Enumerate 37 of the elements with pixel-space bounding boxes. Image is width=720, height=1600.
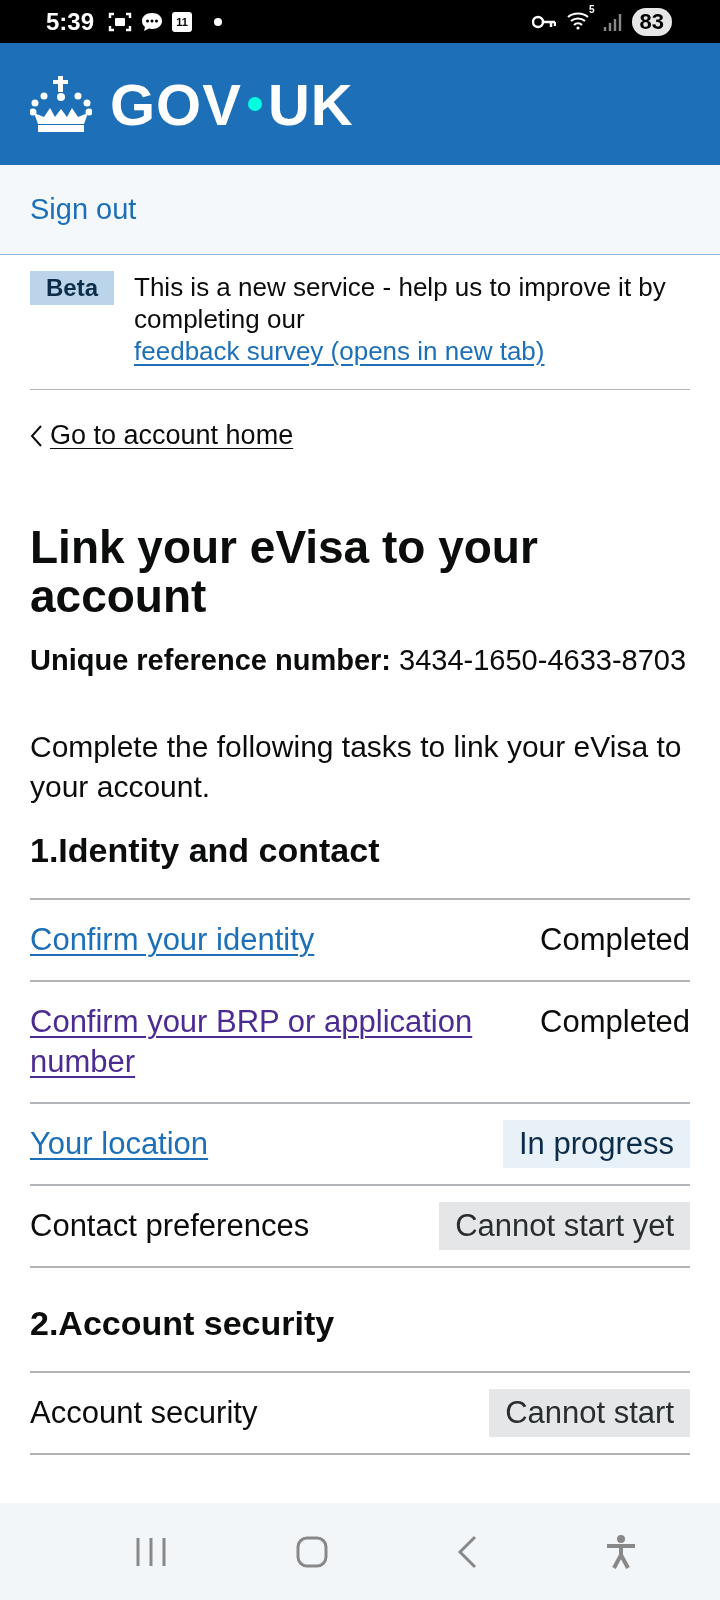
status-tag: Cannot start yet bbox=[439, 1202, 690, 1250]
section-heading: 1.Identity and contact bbox=[30, 831, 381, 870]
dot-icon bbox=[247, 97, 262, 111]
key-icon bbox=[531, 14, 556, 29]
logo-text[interactable]: GOV bbox=[110, 70, 242, 138]
battery-level: 83 bbox=[631, 7, 672, 36]
task-name: Contact preferences bbox=[30, 1207, 310, 1245]
calendar-icon: 11 bbox=[172, 11, 193, 32]
task-link[interactable]: Your location bbox=[30, 1124, 209, 1164]
back-icon[interactable] bbox=[456, 1534, 477, 1569]
chat-icon bbox=[140, 10, 165, 33]
task-status: Completed bbox=[540, 921, 690, 959]
chevron-left-icon bbox=[30, 424, 42, 447]
notification-dot-icon bbox=[214, 17, 223, 26]
task-link[interactable]: Confirm your identity bbox=[30, 920, 315, 960]
status-tag: In progress bbox=[502, 1120, 690, 1168]
back-link[interactable]: Go to account home bbox=[50, 420, 294, 451]
clock-time: 5:39 bbox=[46, 7, 95, 36]
task-status: Completed bbox=[540, 1003, 690, 1041]
banner-text: This is a new service - help us to improve it by completing our feedback survey (opens in new tab) bbox=[134, 271, 667, 367]
page-heading: Link your eVisa to your account bbox=[30, 523, 539, 621]
signal-icon bbox=[601, 11, 622, 32]
accessibility-icon[interactable] bbox=[605, 1534, 636, 1569]
status-tag: Cannot start bbox=[489, 1389, 690, 1437]
recent-apps-icon[interactable] bbox=[134, 1535, 167, 1568]
intro-text: Complete the following tasks to link your eVisa to your account. bbox=[30, 729, 683, 805]
task-name: Account security bbox=[30, 1394, 258, 1432]
phase-tag: Beta bbox=[30, 271, 115, 305]
sign-out-link[interactable]: Sign out bbox=[30, 193, 137, 226]
section-heading: 2.Account security bbox=[30, 1304, 336, 1343]
home-icon[interactable] bbox=[295, 1535, 328, 1568]
reference-number: Unique reference number: 3434-1650-4633-8703 bbox=[30, 643, 688, 677]
crown-icon bbox=[30, 76, 92, 132]
logo-text[interactable]: UK bbox=[267, 70, 354, 138]
task-link[interactable]: Confirm your BRP or application number bbox=[30, 1002, 511, 1082]
feedback-link[interactable]: feedback survey (opens in new tab) bbox=[134, 336, 545, 366]
screenshot-icon bbox=[108, 10, 133, 33]
